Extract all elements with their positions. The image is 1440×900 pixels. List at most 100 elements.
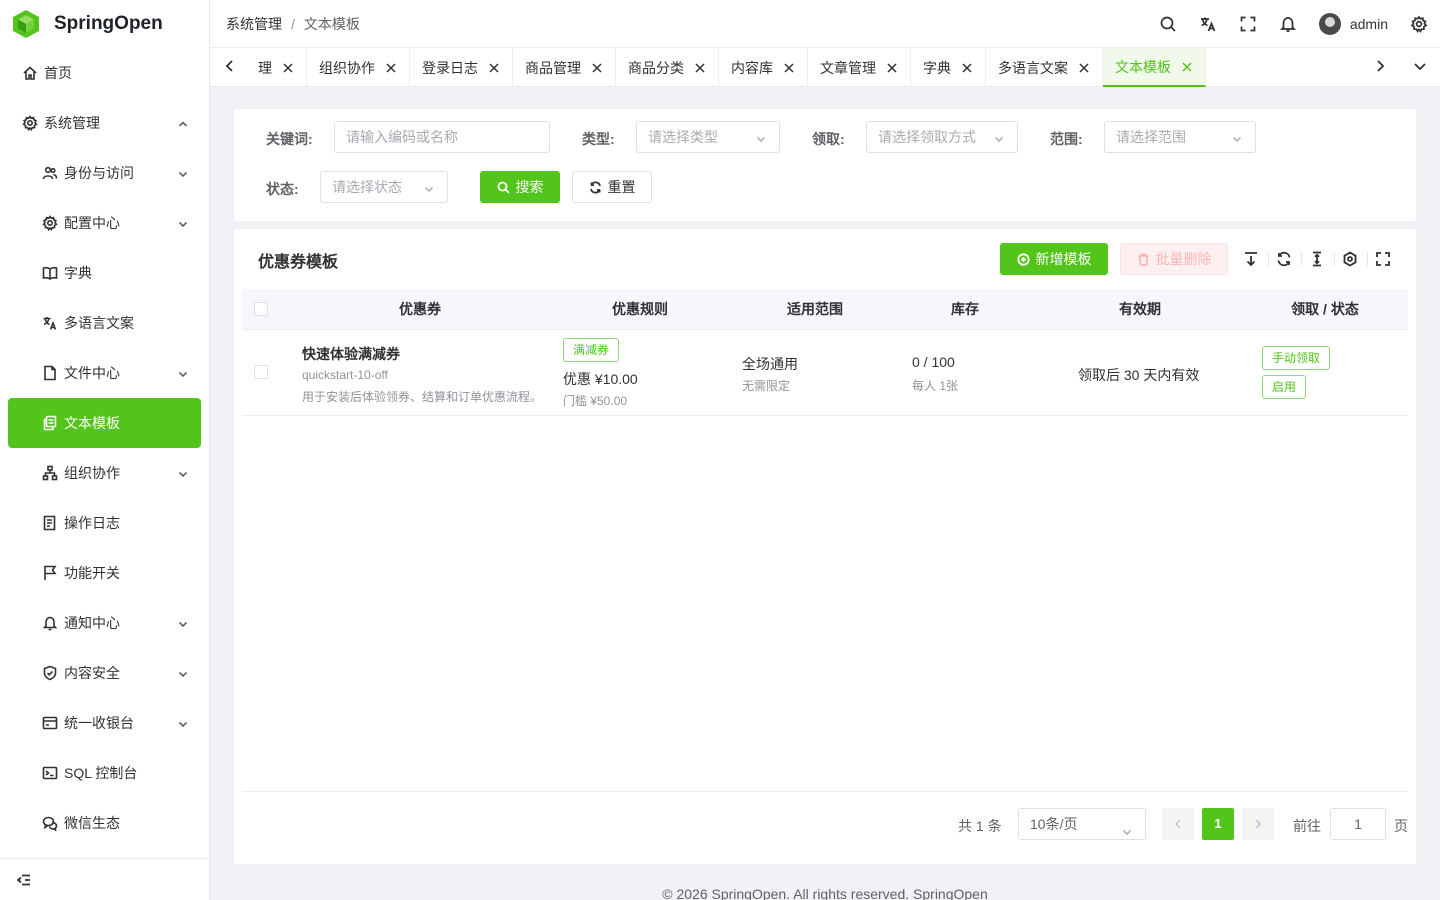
close-icon[interactable] (385, 62, 397, 74)
tab-item[interactable]: 文章管理 (808, 48, 911, 87)
close-icon[interactable] (1181, 61, 1193, 73)
scope-select[interactable]: 请选择范围 (1104, 121, 1256, 153)
collapse-sidebar-button[interactable] (0, 858, 209, 900)
sidebar-item-cashier[interactable]: 统一收银台 (0, 698, 209, 748)
row-checkbox[interactable] (254, 365, 268, 379)
column-settings-icon[interactable] (1342, 251, 1358, 267)
close-icon[interactable] (694, 62, 706, 74)
batch-delete-button[interactable]: 批量删除 (1120, 243, 1228, 275)
close-icon[interactable] (783, 62, 795, 74)
sidebar-item-system[interactable]: 系统管理 (0, 98, 209, 148)
tab-label: 多语言文案 (998, 59, 1068, 76)
tab-label: 文章管理 (820, 59, 876, 76)
user-menu[interactable]: admin (1318, 13, 1388, 35)
sidebar-item-content-security[interactable]: 内容安全 (0, 648, 209, 698)
fullscreen-icon[interactable] (1375, 251, 1391, 267)
sidebar-item-wechat[interactable]: 微信生态 (0, 798, 209, 848)
status-select[interactable]: 请选择状态 (320, 171, 448, 203)
file-icon (42, 365, 58, 381)
sidebar-item-config[interactable]: 配置中心 (0, 198, 209, 248)
toolbar-divider (1334, 252, 1335, 266)
keyword-input[interactable]: 请输入编码或名称 (334, 121, 550, 153)
search-icon[interactable] (1159, 15, 1177, 33)
sidebar-item-label: SQL 控制台 (64, 765, 138, 781)
page-number-active[interactable]: 1 (1202, 808, 1234, 840)
sidebar-item-feature-flags[interactable]: 功能开关 (0, 548, 209, 598)
tab-item[interactable]: 商品管理 (513, 48, 616, 87)
export-icon[interactable] (1243, 251, 1259, 267)
density-icon[interactable] (1309, 251, 1325, 267)
add-template-button[interactable]: 新增模板 (1000, 243, 1108, 275)
gear-icon[interactable] (1410, 15, 1428, 33)
sidebar-item-org[interactable]: 组织协作 (0, 448, 209, 498)
tab-item[interactable]: 内容库 (719, 48, 808, 87)
sidebar-item-sql-console[interactable]: SQL 控制台 (0, 748, 209, 798)
home-icon (22, 65, 38, 81)
type-select[interactable]: 请选择类型 (636, 121, 780, 153)
translate-icon[interactable] (1199, 15, 1217, 33)
sidebar-item-notifications[interactable]: 通知中心 (0, 598, 209, 648)
logo[interactable]: SpringOpen (0, 0, 209, 48)
sidebar: SpringOpen 首页 系统管理 身份与访问 配置中心 字典 多语言文案 文… (0, 0, 210, 900)
sidebar-item-home[interactable]: 首页 (0, 48, 209, 98)
chevron-right-icon (1255, 819, 1262, 829)
rule-discount: 优惠 ¥10.00 (563, 371, 638, 387)
sidebar-item-label: 文件中心 (64, 365, 120, 381)
tab-label: 内容库 (731, 59, 773, 76)
claim-select[interactable]: 请选择领取方式 (866, 121, 1018, 153)
refresh-icon (589, 180, 601, 194)
tabs-scroll-right-button[interactable] (1372, 58, 1388, 74)
chat-icon (42, 815, 58, 831)
tab-item[interactable]: 多语言文案 (986, 48, 1103, 87)
close-icon[interactable] (886, 62, 898, 74)
refresh-icon[interactable] (1276, 251, 1292, 267)
tab-item-active[interactable]: 文本模板 (1103, 48, 1206, 87)
close-icon[interactable] (961, 62, 973, 74)
coupon-description: 用于安装后体验领券、结算和订单优惠流程。 (302, 390, 543, 404)
sidebar-item-i18n[interactable]: 多语言文案 (0, 298, 209, 348)
table-row[interactable]: 快速体验满减券 quickstart-10-off 用于安装后体验领券、结算和订… (242, 330, 1408, 416)
goto-label: 前往 (1293, 818, 1321, 834)
breadcrumb-item[interactable]: 系统管理 (226, 14, 282, 34)
sidebar-item-dictionary[interactable]: 字典 (0, 248, 209, 298)
next-page-button[interactable] (1242, 808, 1274, 840)
tab-item[interactable]: 字典 (911, 48, 986, 87)
page-size-value: 10条/页 (1030, 816, 1078, 832)
page-size-select[interactable]: 10条/页 (1018, 808, 1146, 840)
collapse-icon (16, 874, 30, 885)
select-all-checkbox[interactable] (254, 302, 268, 316)
sidebar-item-oplog[interactable]: 操作日志 (0, 498, 209, 548)
chevron-down-icon (1231, 132, 1243, 144)
claim-select-placeholder: 请选择领取方式 (878, 129, 976, 145)
close-icon[interactable] (282, 62, 294, 74)
settings-icon (42, 215, 58, 231)
search-button-label: 搜索 (515, 179, 544, 195)
claim-mode-tag: 手动领取 (1262, 346, 1331, 370)
goto-page-input[interactable]: 1 (1330, 808, 1386, 840)
tab-item[interactable]: 理 (246, 48, 307, 87)
type-select-placeholder: 请选择类型 (648, 129, 718, 145)
search-panel: 关键词: 请输入编码或名称 类型: 请选择类型 领取: 请选择领取方式 范围: … (234, 109, 1416, 221)
claim-label: 领取: (812, 131, 845, 147)
sidebar-item-files[interactable]: 文件中心 (0, 348, 209, 398)
bell-icon[interactable] (1279, 15, 1297, 33)
sidebar-item-text-templates[interactable]: 文本模板 (8, 398, 201, 448)
sidebar-item-label: 配置中心 (64, 215, 120, 231)
fullscreen-icon[interactable] (1239, 15, 1257, 33)
tabs-dropdown-button[interactable] (1412, 58, 1428, 74)
sidebar-item-identity[interactable]: 身份与访问 (0, 148, 209, 198)
close-icon[interactable] (1078, 62, 1090, 74)
app-name: SpringOpen (54, 13, 163, 34)
tabs-scroll-left-button[interactable] (222, 58, 238, 74)
sidebar-item-label: 首页 (44, 65, 72, 81)
search-button[interactable]: 搜索 (480, 171, 560, 203)
chevron-down-icon (1121, 818, 1133, 836)
tab-item[interactable]: 商品分类 (616, 48, 719, 87)
tab-item[interactable]: 组织协作 (307, 48, 410, 87)
breadcrumb-separator: / (291, 15, 295, 32)
tab-item[interactable]: 登录日志 (410, 48, 513, 87)
reset-button[interactable]: 重置 (572, 171, 652, 203)
close-icon[interactable] (488, 62, 500, 74)
close-icon[interactable] (591, 62, 603, 74)
prev-page-button[interactable] (1162, 808, 1194, 840)
